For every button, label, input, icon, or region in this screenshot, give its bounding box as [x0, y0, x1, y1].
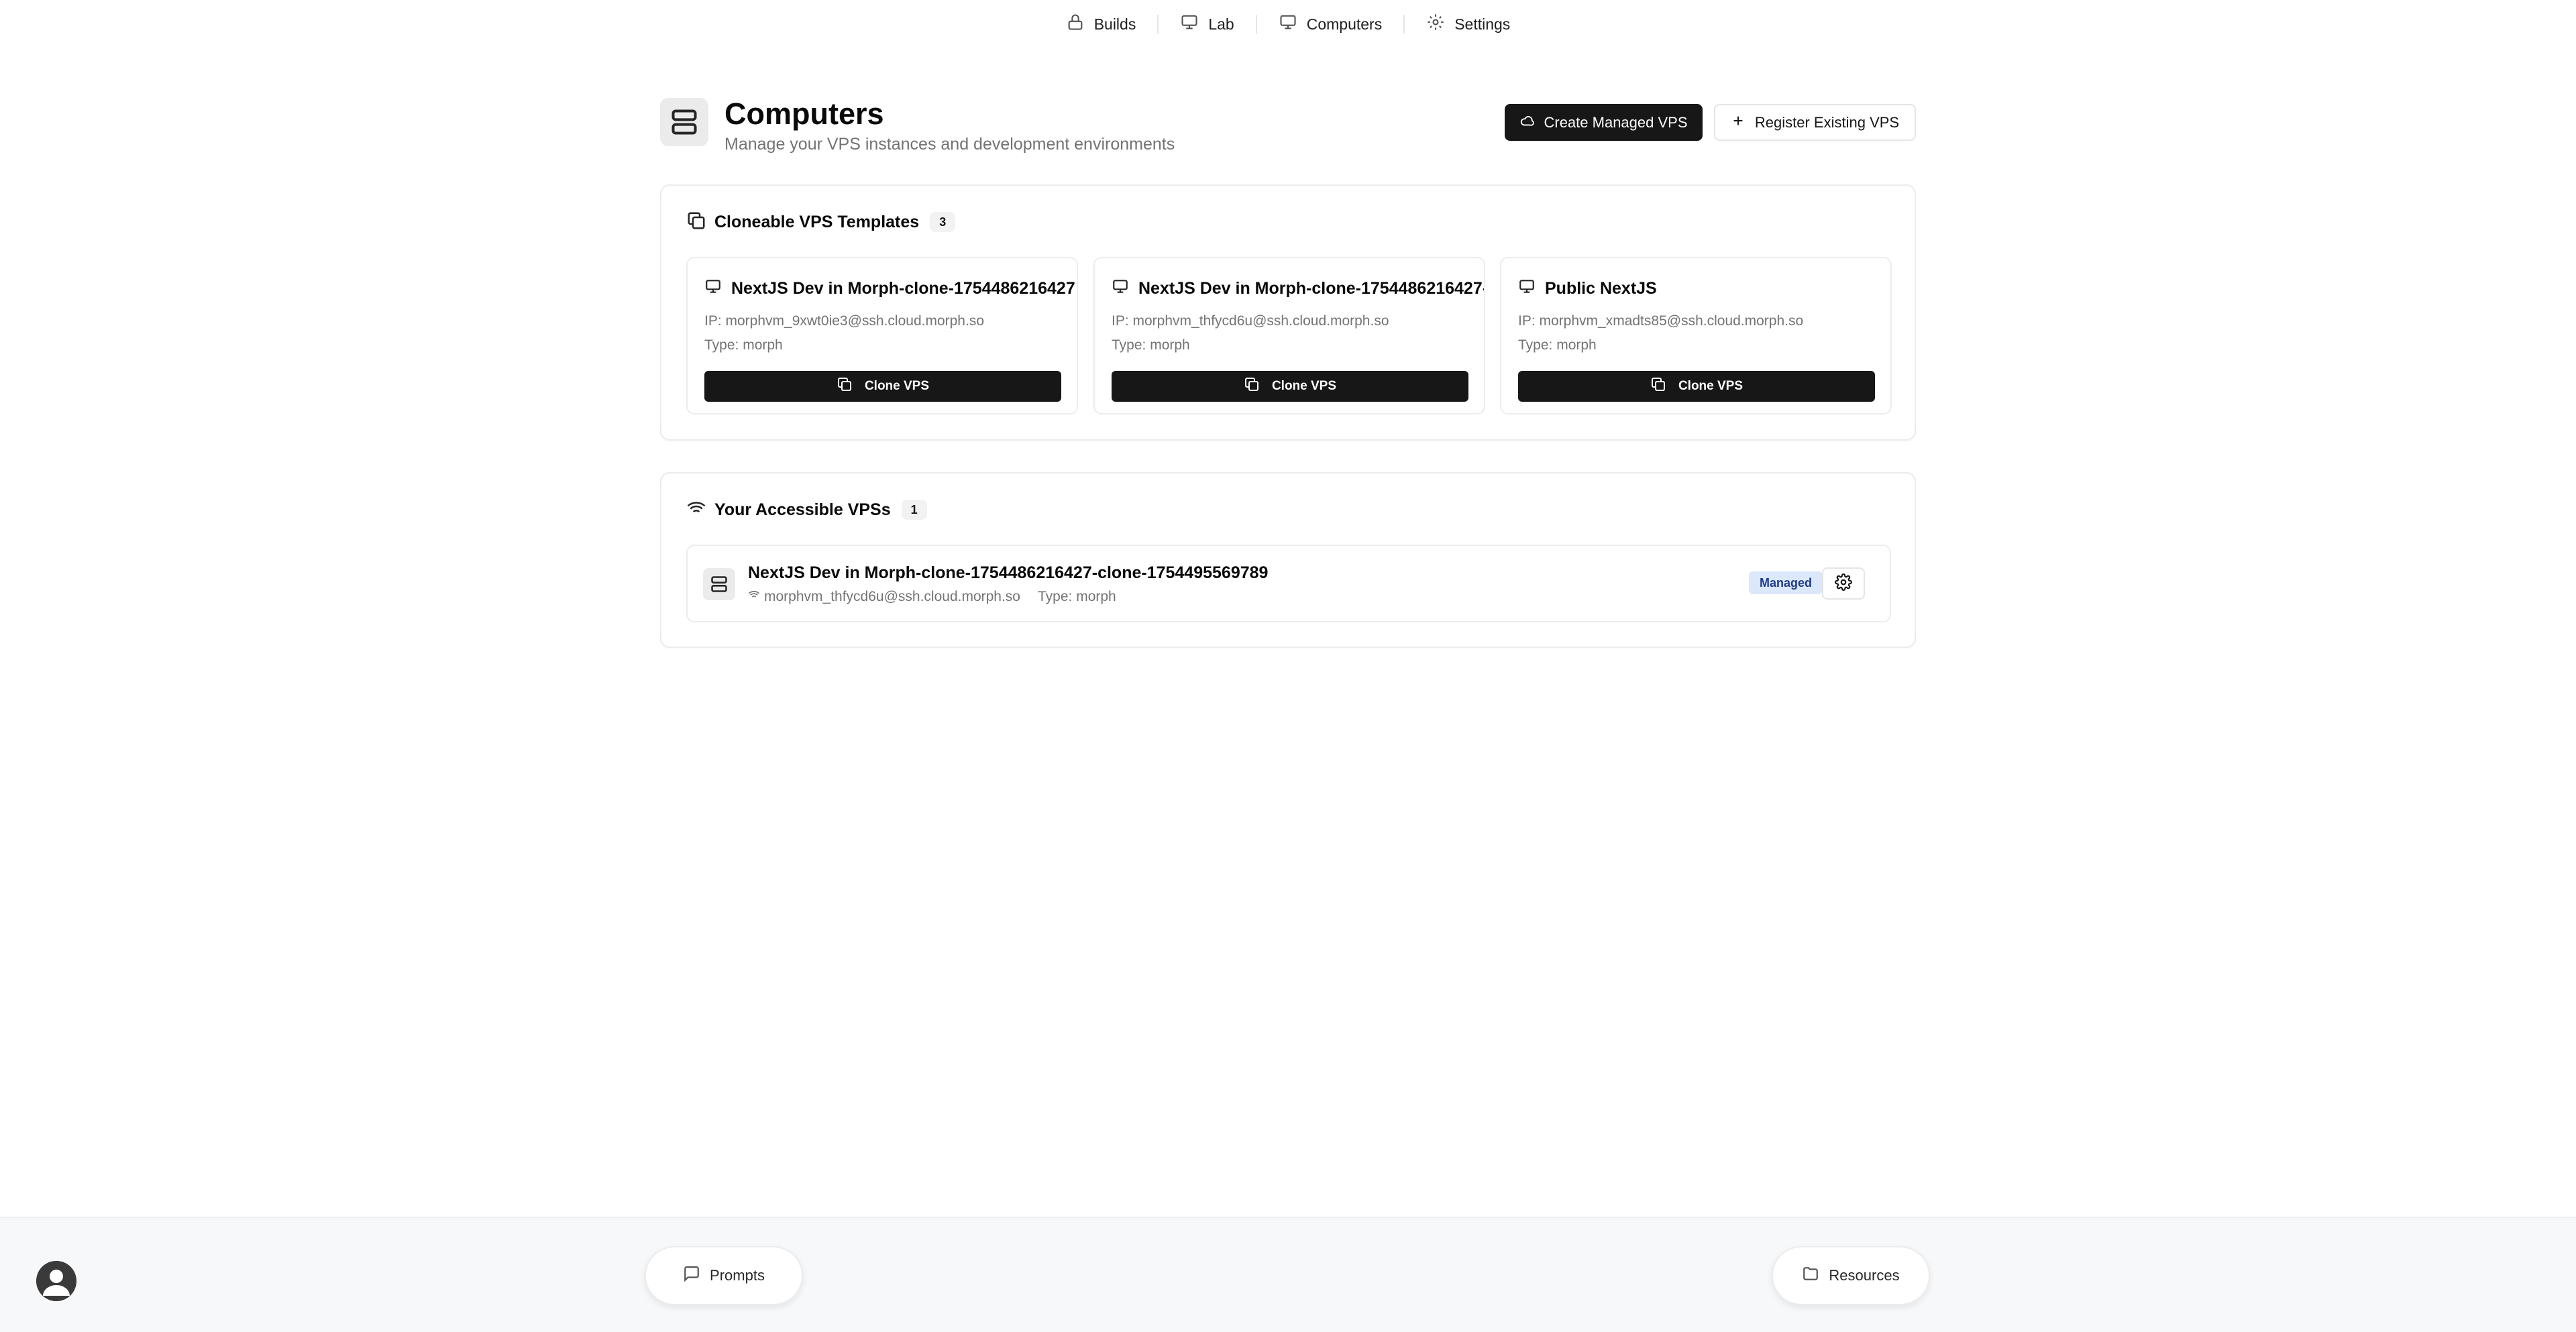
template-name-text: NextJS Dev in Morph-clone-1754486216427	[731, 278, 1075, 298]
nav-item-builds[interactable]: Builds	[1044, 9, 1158, 39]
template-type: Type: morph	[1518, 337, 1597, 353]
template-ip: IP: morphvm_9xwt0ie3@ssh.cloud.morph.so	[704, 313, 984, 329]
vps-type: Type: morph	[1038, 589, 1116, 604]
template-ip: IP: morphvm_xmadts85@ssh.cloud.morph.so	[1518, 313, 1804, 329]
template-card: NextJS Dev in Morph-clone-1754486216427 …	[686, 257, 1078, 414]
nav-item-computers[interactable]: Computers	[1257, 9, 1403, 39]
template-name-text: Public NextJS	[1545, 278, 1657, 298]
clone-vps-button[interactable]: Clone VPS	[704, 371, 1061, 402]
top-nav: Builds Lab Computers Settings	[0, 9, 2576, 39]
vps-list-item[interactable]: NextJS Dev in Morph-clone-1754486216427-…	[686, 545, 1891, 622]
wifi-icon	[748, 589, 760, 605]
wifi-icon	[686, 498, 706, 522]
template-card: Public NextJS IP: morphvm_xmadts85@ssh.c…	[1500, 257, 1892, 414]
accessible-vps-panel: Your Accessible VPSs 1 NextJS Dev in Mor…	[660, 472, 1916, 648]
template-name: NextJS Dev in Morph-clone-1754486216427-…	[1112, 277, 1484, 300]
copy-icon	[837, 376, 853, 396]
template-type: Type: morph	[704, 337, 783, 353]
cloud-icon	[1519, 113, 1535, 132]
count-badge: 3	[930, 212, 956, 232]
plus-icon	[1731, 113, 1746, 132]
server-icon	[660, 98, 708, 146]
panel-title: Cloneable VPS Templates	[714, 212, 920, 231]
resources-button[interactable]: Resources	[1772, 1246, 1930, 1305]
nav-item-lab[interactable]: Lab	[1159, 9, 1255, 39]
button-label: Register Existing VPS	[1754, 113, 1900, 131]
message-icon	[683, 1265, 700, 1286]
nav-item-label: Computers	[1306, 15, 1383, 33]
template-type: Type: morph	[1112, 337, 1190, 353]
vps-settings-button[interactable]	[1822, 567, 1865, 600]
template-ip: IP: morphvm_thfycd6u@ssh.cloud.morph.so	[1112, 313, 1389, 329]
panel-header: Cloneable VPS Templates 3	[686, 210, 956, 234]
monitor-icon	[704, 278, 722, 300]
button-label: Clone VPS	[1678, 379, 1743, 393]
count-badge: 1	[901, 500, 927, 520]
panel-title: Your Accessible VPSs	[714, 500, 891, 519]
gear-icon	[1426, 13, 1445, 36]
copy-icon	[686, 211, 706, 234]
clone-vps-button[interactable]: Clone VPS	[1112, 371, 1468, 402]
cloneable-templates-panel: Cloneable VPS Templates 3 NextJS Dev in …	[660, 184, 1916, 441]
vps-meta: morphvm_thfycd6u@ssh.cloud.morph.so Type…	[748, 589, 1116, 605]
panel-header: Your Accessible VPSs 1	[686, 498, 927, 522]
monitor-icon	[1180, 13, 1199, 36]
button-label: Prompts	[710, 1267, 765, 1284]
lock-icon	[1066, 13, 1085, 36]
folder-icon	[1802, 1265, 1819, 1286]
copy-icon	[1244, 376, 1260, 396]
nav-item-label: Settings	[1454, 15, 1511, 33]
prompts-button[interactable]: Prompts	[645, 1246, 803, 1305]
avatar[interactable]	[36, 1261, 76, 1301]
gear-icon	[1835, 573, 1852, 594]
page-subtitle: Manage your VPS instances and developmen…	[724, 135, 1175, 154]
button-label: Clone VPS	[864, 379, 930, 393]
vps-name: NextJS Dev in Morph-clone-1754486216427-…	[748, 563, 1269, 582]
vps-host: morphvm_thfycd6u@ssh.cloud.morph.so	[764, 589, 1020, 604]
template-name: Public NextJS	[1518, 277, 1890, 300]
nav-item-label: Builds	[1093, 15, 1136, 33]
register-existing-vps-button[interactable]: Register Existing VPS	[1714, 104, 1916, 141]
footer-bar: Prompts Resources	[0, 1217, 2576, 1332]
monitor-icon	[1518, 278, 1536, 300]
template-card: NextJS Dev in Morph-clone-1754486216427-…	[1093, 257, 1485, 414]
monitor-icon	[1279, 13, 1297, 36]
page: Builds Lab Computers Settings Computers …	[0, 0, 2576, 1332]
managed-badge: Managed	[1749, 571, 1823, 594]
page-header: Computers Manage your VPS instances and …	[660, 97, 1916, 154]
template-name-text: NextJS Dev in Morph-clone-1754486216427-…	[1138, 278, 1484, 298]
button-label: Resources	[1829, 1267, 1900, 1284]
create-managed-vps-button[interactable]: Create Managed VPS	[1505, 104, 1703, 141]
server-icon	[703, 568, 735, 600]
clone-vps-button[interactable]: Clone VPS	[1518, 371, 1875, 402]
copy-icon	[1650, 376, 1666, 396]
button-label: Create Managed VPS	[1544, 113, 1688, 131]
button-label: Clone VPS	[1271, 379, 1337, 393]
nav-item-settings[interactable]: Settings	[1405, 9, 1532, 39]
nav-item-label: Lab	[1208, 15, 1234, 33]
monitor-icon	[1112, 278, 1129, 300]
template-name: NextJS Dev in Morph-clone-1754486216427	[704, 277, 1077, 300]
page-title: Computers	[724, 97, 884, 131]
